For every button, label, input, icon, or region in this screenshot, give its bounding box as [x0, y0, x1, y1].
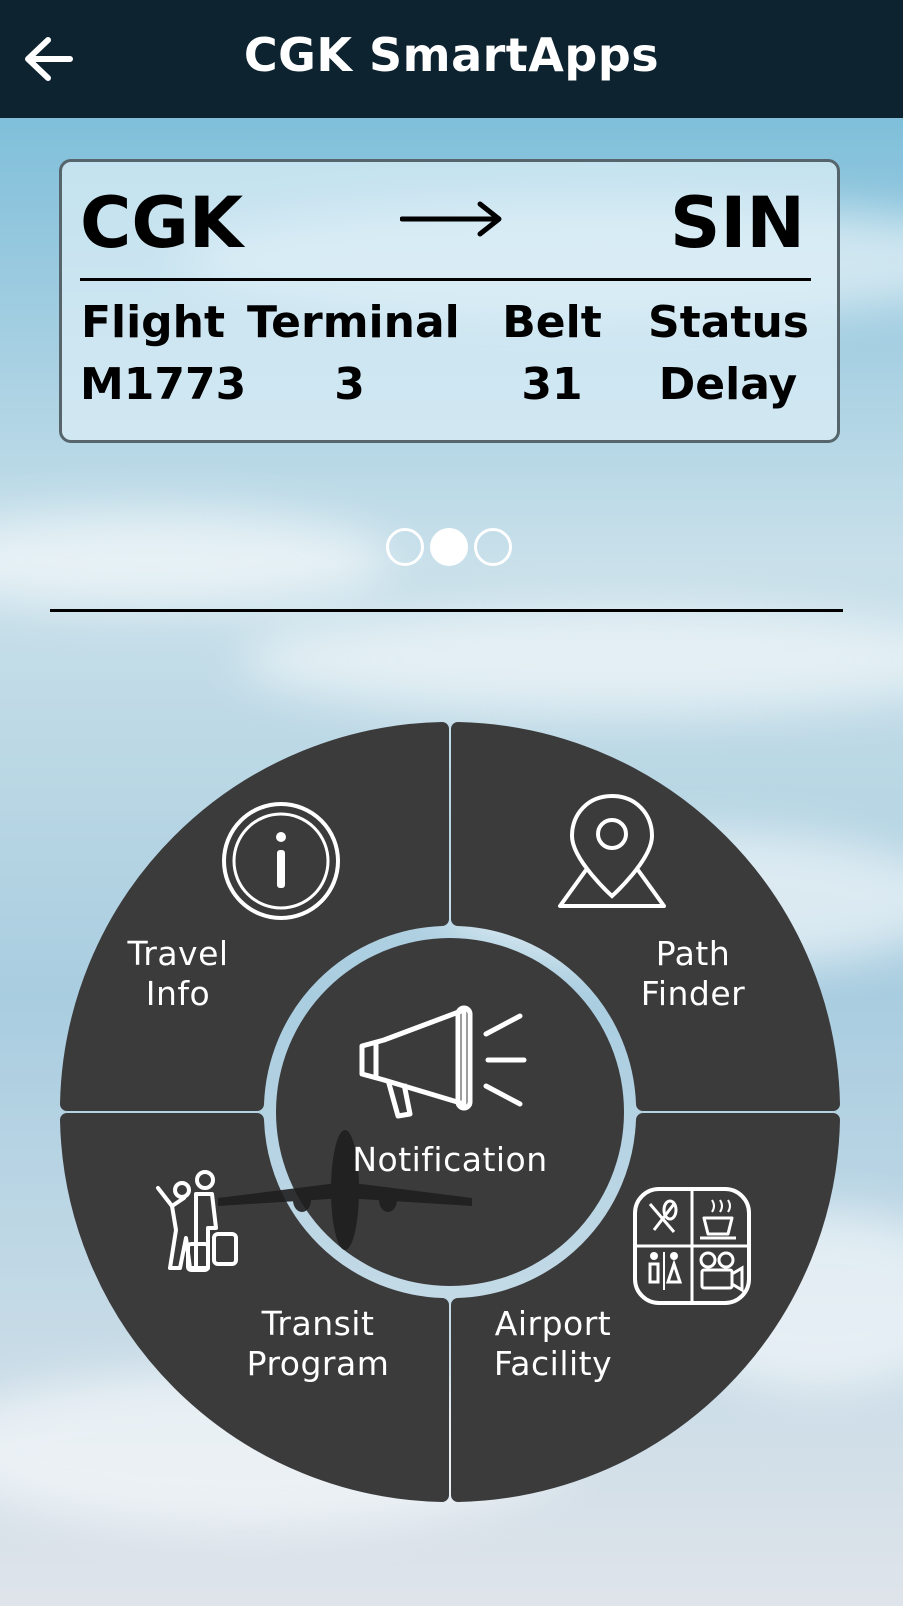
status-header: Status — [648, 297, 809, 348]
belt-header: Belt — [502, 297, 602, 348]
flight-header: Flight — [80, 297, 226, 348]
terminal-value: 3 — [334, 359, 365, 410]
terminal-header: Terminal — [247, 297, 460, 348]
arrow-right-icon — [400, 201, 502, 237]
travel-info-label-line1: Travel — [127, 934, 229, 973]
info-icon — [222, 802, 340, 920]
flight-info-card[interactable]: CGK SIN Flight M1773 Terminal 3 Belt 31 … — [59, 159, 840, 443]
app-header: CGK SmartApps — [0, 0, 903, 118]
flight-value: M1773 — [80, 359, 247, 410]
carousel-dot-2[interactable] — [430, 528, 468, 566]
transit-program-label: Transit Program — [238, 1304, 398, 1384]
status-column: Status Delay — [648, 292, 809, 416]
path-finder-label: Path Finder — [628, 934, 758, 1014]
belt-column: Belt 31 — [492, 292, 612, 416]
radial-menu: Travel Info Path Finder Notification Tra… — [58, 720, 843, 1505]
path-finder-label-line1: Path — [655, 934, 731, 973]
traveler-icon — [156, 1170, 238, 1272]
carousel-dot-1[interactable] — [386, 528, 424, 566]
status-value: Delay — [658, 359, 798, 410]
card-divider — [80, 278, 811, 281]
airport-facility-label-line2: Facility — [493, 1344, 613, 1383]
app-title: CGK SmartApps — [243, 28, 660, 82]
facilities-icon — [633, 1187, 751, 1305]
transit-program-label-line1: Transit — [261, 1304, 375, 1343]
airport-facility-label: Airport Facility — [478, 1304, 628, 1384]
section-divider — [50, 609, 843, 612]
travel-info-label: Travel Info — [108, 934, 248, 1014]
flight-column: Flight M1773 — [80, 292, 247, 416]
transit-program-label-line2: Program — [246, 1344, 390, 1383]
notification-label: Notification — [352, 1140, 548, 1179]
carousel-indicator — [386, 528, 516, 566]
path-finder-label-line2: Finder — [640, 974, 746, 1013]
megaphone-icon — [359, 1005, 527, 1119]
travel-info-label-line2: Info — [145, 974, 211, 1013]
origin-code: CGK — [80, 182, 244, 264]
carousel-dot-3[interactable] — [474, 528, 512, 566]
airport-facility-label-line1: Airport — [494, 1304, 612, 1343]
belt-value: 31 — [521, 359, 583, 410]
terminal-column: Terminal 3 — [247, 292, 460, 416]
map-pin-icon — [558, 793, 666, 908]
destination-code: SIN — [669, 182, 805, 264]
